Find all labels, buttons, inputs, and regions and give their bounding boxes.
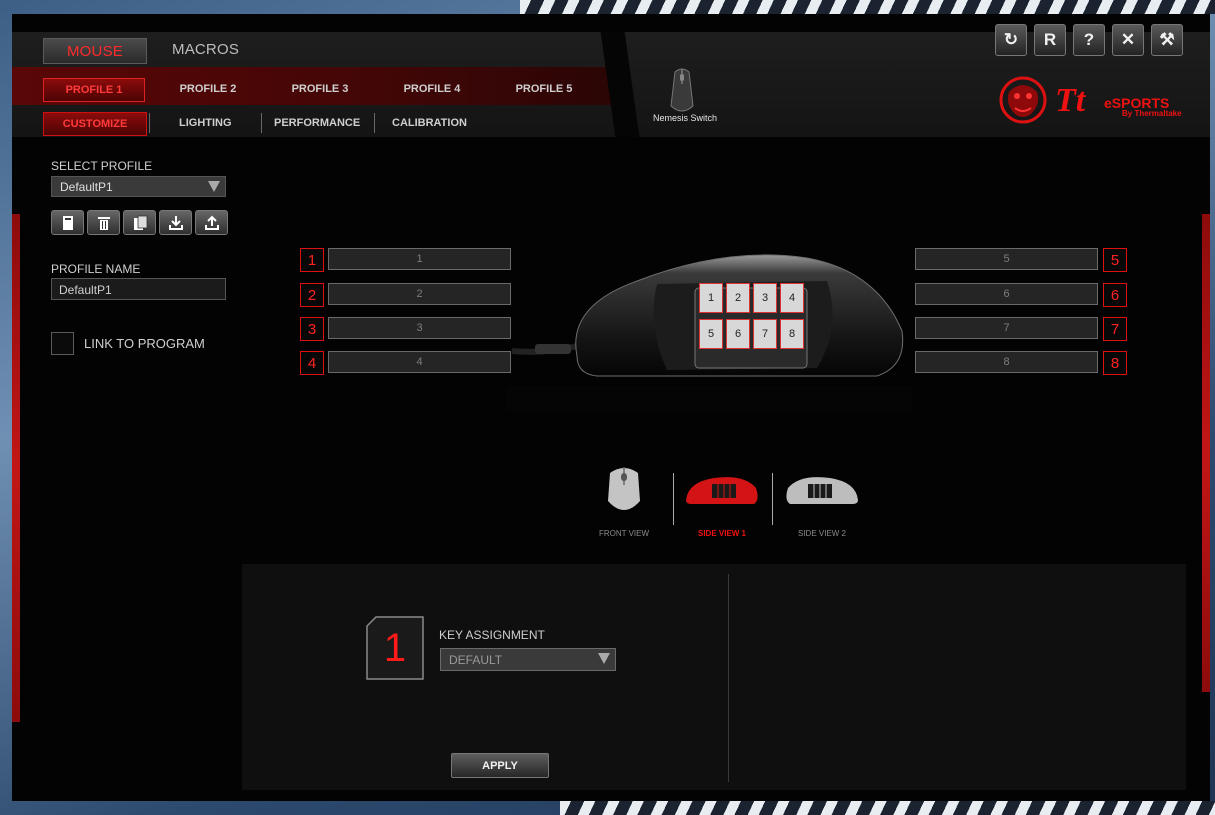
brand-by-text: By Thermaltake — [1122, 109, 1182, 118]
side-key-grid: 1 2 3 4 5 6 7 8 — [695, 277, 807, 357]
export-profile-icon — [204, 215, 219, 230]
device-name: Nemesis Switch — [652, 113, 717, 123]
selected-key-number: 1 — [383, 625, 407, 670]
close-icon[interactable]: ✕ — [1112, 24, 1144, 56]
side-key: 2 — [726, 283, 750, 313]
apply-button[interactable]: APPLY — [451, 753, 549, 778]
side-view-2-mouse-icon[interactable] — [784, 474, 860, 506]
view-separator — [772, 473, 773, 525]
profile-name-label: PROFILE NAME — [51, 262, 141, 276]
side-key: 3 — [753, 283, 777, 313]
side-view-2-label[interactable]: SIDE VIEW 2 — [782, 529, 862, 538]
select-profile-dropdown[interactable]: DefaultP1 — [51, 176, 226, 197]
tab-separator — [374, 113, 375, 133]
app-window: MOUSE MACROS PROFILE 1 PROFILE 2 PROFILE… — [12, 14, 1210, 801]
tab-customize[interactable]: CUSTOMIZE — [43, 112, 147, 136]
button-7-slot[interactable]: 7 — [915, 317, 1098, 339]
key-assignment-label: KEY ASSIGNMENT — [439, 628, 545, 642]
profile-name-input[interactable]: DefaultP1 — [51, 278, 226, 300]
delete-profile-icon — [97, 216, 110, 230]
button-6-slot[interactable]: 6 — [915, 283, 1098, 305]
right-accent-bar — [1202, 214, 1210, 692]
new-profile-icon — [62, 215, 73, 230]
tab-profile-3[interactable]: PROFILE 3 — [270, 78, 370, 100]
front-view-mouse-icon[interactable] — [602, 463, 646, 515]
button-1-number[interactable]: 1 — [300, 248, 324, 272]
button-2-slot[interactable]: 2 — [328, 283, 511, 305]
help-icon[interactable]: ? — [1073, 24, 1105, 56]
select-profile-label: SELECT PROFILE — [51, 159, 153, 173]
select-profile-value: DefaultP1 — [60, 180, 113, 194]
side-view-1-mouse-icon[interactable] — [684, 474, 760, 506]
device-mouse-icon — [670, 68, 694, 112]
tab-calibration[interactable]: CALIBRATION — [392, 112, 467, 134]
selected-key-badge: 1 — [366, 616, 424, 680]
chevron-down-icon — [598, 653, 610, 664]
button-3-slot[interactable]: 3 — [328, 317, 511, 339]
tab-profile-5[interactable]: PROFILE 5 — [494, 78, 594, 100]
copy-profile-icon — [133, 215, 147, 230]
side-key: 1 — [699, 283, 723, 313]
side-key: 8 — [780, 319, 804, 349]
side-key: 5 — [699, 319, 723, 349]
key-assignment-value: DEFAULT — [449, 653, 503, 667]
copy-profile-button[interactable] — [123, 210, 156, 235]
button-8-slot[interactable]: 8 — [915, 351, 1098, 373]
tab-mouse[interactable]: MOUSE — [43, 38, 147, 64]
refresh-icon[interactable]: ↻ — [995, 24, 1027, 56]
link-to-program-label: LINK TO PROGRAM — [84, 336, 205, 351]
settings-tools-icon[interactable]: ⚒ — [1151, 24, 1183, 56]
tab-lighting[interactable]: LIGHTING — [179, 112, 232, 134]
button-7-number[interactable]: 7 — [1103, 317, 1127, 341]
reset-icon[interactable]: R — [1034, 24, 1066, 56]
chevron-down-icon — [208, 181, 220, 192]
button-4-number[interactable]: 4 — [300, 351, 324, 375]
button-3-number[interactable]: 3 — [300, 317, 324, 341]
tab-profile-2[interactable]: PROFILE 2 — [158, 78, 258, 100]
side-key: 6 — [726, 319, 750, 349]
export-profile-button[interactable] — [195, 210, 228, 235]
panel-divider — [728, 574, 729, 782]
view-separator — [673, 473, 674, 525]
new-profile-button[interactable] — [51, 210, 84, 235]
button-5-number[interactable]: 5 — [1103, 248, 1127, 272]
tab-separator — [149, 113, 150, 133]
tab-macros[interactable]: MACROS — [172, 41, 239, 58]
tab-profile-1[interactable]: PROFILE 1 — [43, 78, 145, 102]
button-1-slot[interactable]: 1 — [328, 248, 511, 270]
button-6-number[interactable]: 6 — [1103, 283, 1127, 307]
button-4-slot[interactable]: 4 — [328, 351, 511, 373]
tab-performance[interactable]: PERFORMANCE — [274, 112, 360, 134]
import-profile-button[interactable] — [159, 210, 192, 235]
button-8-number[interactable]: 8 — [1103, 351, 1127, 375]
tiger-logo-icon — [999, 76, 1047, 124]
left-accent-bar — [12, 214, 20, 722]
button-2-number[interactable]: 2 — [300, 283, 324, 307]
brand-logo-text: Tt — [1055, 82, 1086, 119]
side-view-1-label[interactable]: SIDE VIEW 1 — [682, 529, 762, 538]
background-pattern-top — [520, 0, 1215, 14]
side-key: 7 — [753, 319, 777, 349]
key-assignment-dropdown[interactable]: DEFAULT — [440, 648, 616, 671]
tab-separator — [261, 113, 262, 133]
link-to-program-checkbox[interactable] — [51, 332, 74, 355]
front-view-label[interactable]: FRONT VIEW — [584, 529, 664, 538]
background-pattern-bottom — [560, 801, 1215, 815]
tab-profile-4[interactable]: PROFILE 4 — [382, 78, 482, 100]
button-5-slot[interactable]: 5 — [915, 248, 1098, 270]
side-key: 4 — [780, 283, 804, 313]
import-profile-icon — [168, 215, 183, 230]
delete-profile-button[interactable] — [87, 210, 120, 235]
